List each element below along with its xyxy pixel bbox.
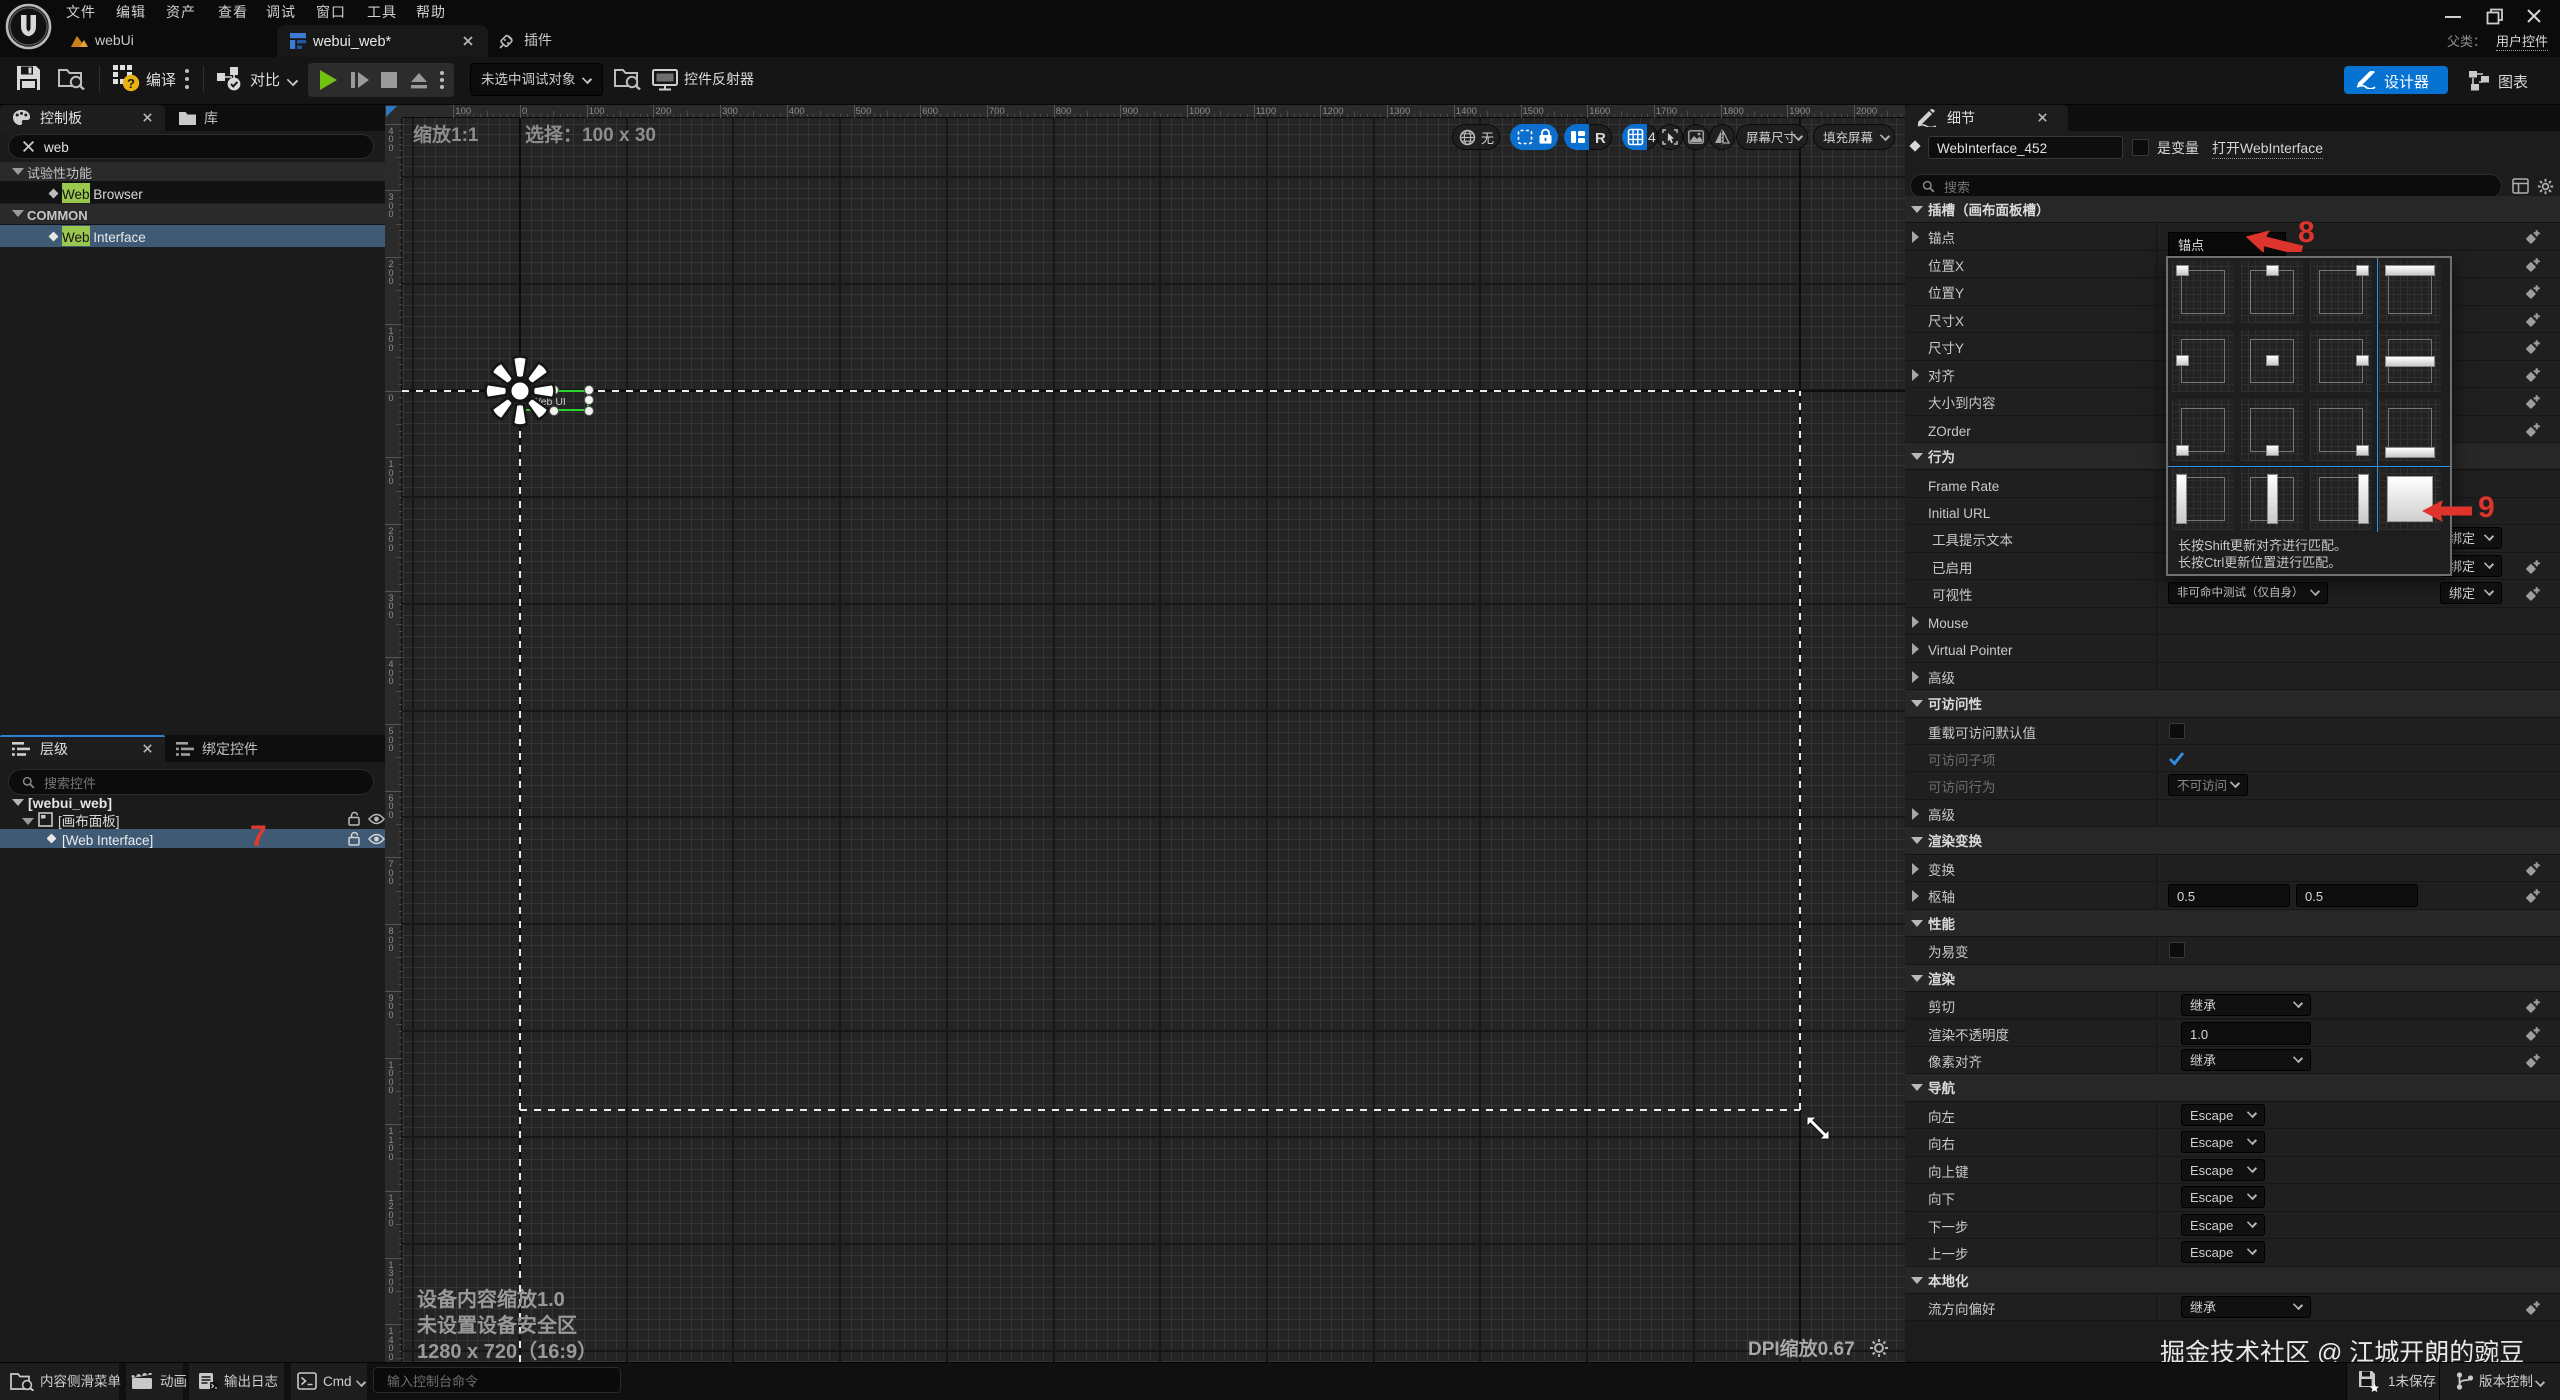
svg-text:?: ? <box>127 76 135 91</box>
